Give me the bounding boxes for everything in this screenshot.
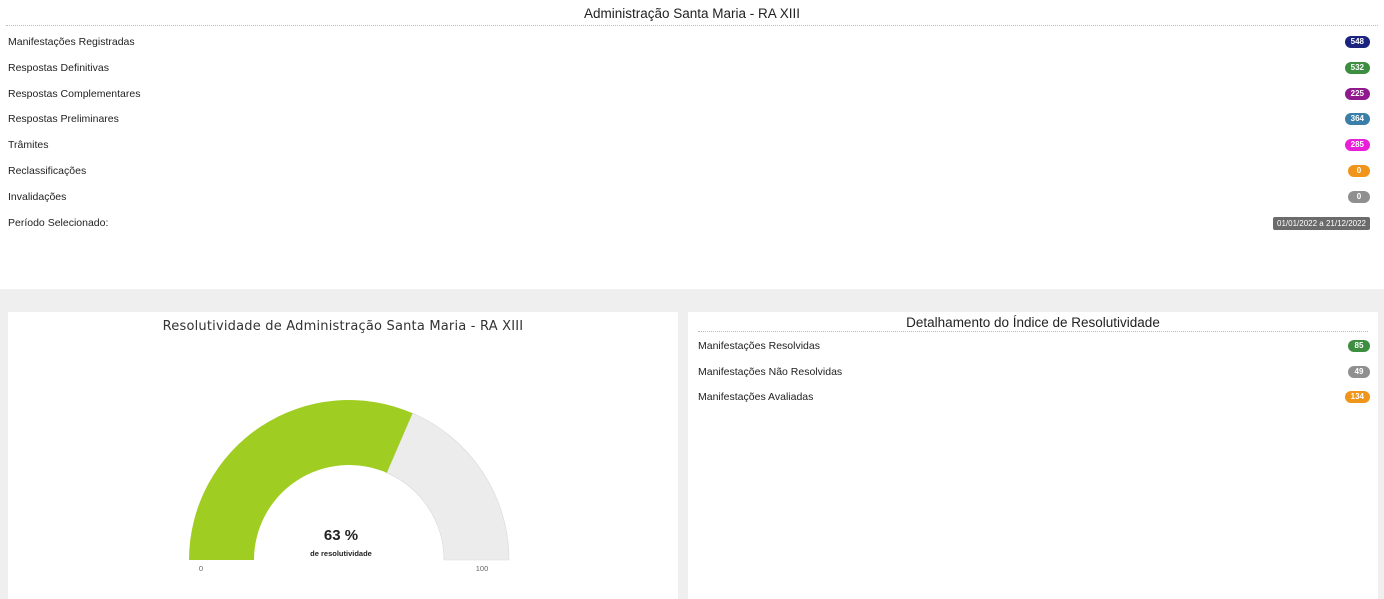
stat-label: Respostas Complementares: [8, 88, 141, 100]
summary-panel: Administração Santa Maria - RA XIII Mani…: [0, 0, 1384, 289]
stat-row-preliminares: Respostas Preliminares 364: [8, 109, 1370, 129]
stat-badge: 0: [1348, 191, 1370, 203]
stat-label: Respostas Definitivas: [8, 62, 109, 74]
stat-row-definitivas: Respostas Definitivas 532: [8, 58, 1370, 78]
stat-label: Reclassificações: [8, 165, 87, 177]
detail-row-nao-resolvidas: Manifestações Não Resolvidas 49: [698, 362, 1370, 382]
gauge-min-label: 0: [199, 564, 203, 573]
gauge-chart: 63 % de resolutividade 0 100: [189, 399, 510, 573]
stat-badge: 0: [1348, 165, 1370, 177]
stat-row-tramites: Trâmites 285: [8, 135, 1370, 155]
stat-label: Respostas Preliminares: [8, 113, 119, 125]
gauge-caption: de resolutividade: [310, 549, 372, 558]
period-badge: 01/01/2022 a 21/12/2022: [1273, 216, 1370, 230]
summary-title: Administração Santa Maria - RA XIII: [6, 6, 1378, 26]
detail-row-avaliadas: Manifestações Avaliadas 134: [698, 387, 1370, 407]
period-label: Período Selecionado:: [8, 217, 109, 229]
gauge-max-label: 100: [476, 564, 489, 573]
period-row: Período Selecionado: 01/01/2022 a 21/12/…: [8, 213, 1370, 233]
stat-label: Trâmites: [8, 139, 49, 151]
detail-row-resolvidas: Manifestações Resolvidas 85: [698, 336, 1370, 356]
stat-label: Invalidações: [8, 191, 67, 203]
stat-badge: 364: [1344, 113, 1370, 125]
resolutividade-gauge-card: Resolutividade de Administração Santa Ma…: [8, 312, 678, 599]
detail-label: Manifestações Não Resolvidas: [698, 366, 843, 378]
detail-badge: 134: [1344, 391, 1370, 403]
stat-row-invalidacoes: Invalidações 0: [8, 187, 1370, 207]
detail-title: Detalhamento do Índice de Resolutividade: [698, 315, 1368, 332]
stat-badge: 285: [1344, 139, 1370, 151]
detail-badge: 85: [1348, 340, 1370, 352]
detail-label: Manifestações Avaliadas: [698, 391, 814, 403]
stat-row-complementares: Respostas Complementares 225: [8, 84, 1370, 104]
gauge-track: [386, 412, 510, 561]
stat-row-registradas: Manifestações Registradas 548: [8, 32, 1370, 52]
stat-badge: 532: [1344, 62, 1370, 74]
stat-label: Manifestações Registradas: [8, 36, 135, 48]
detail-badge: 49: [1348, 366, 1370, 378]
stat-badge: 225: [1344, 88, 1370, 100]
gauge-value: 63 %: [324, 527, 358, 544]
stat-badge: 548: [1344, 36, 1370, 48]
stat-row-reclassificacoes: Reclassificações 0: [8, 161, 1370, 181]
detail-label: Manifestações Resolvidas: [698, 340, 820, 352]
gauge-fill: [189, 399, 413, 560]
detalhamento-card: Detalhamento do Índice de Resolutividade…: [688, 312, 1378, 599]
